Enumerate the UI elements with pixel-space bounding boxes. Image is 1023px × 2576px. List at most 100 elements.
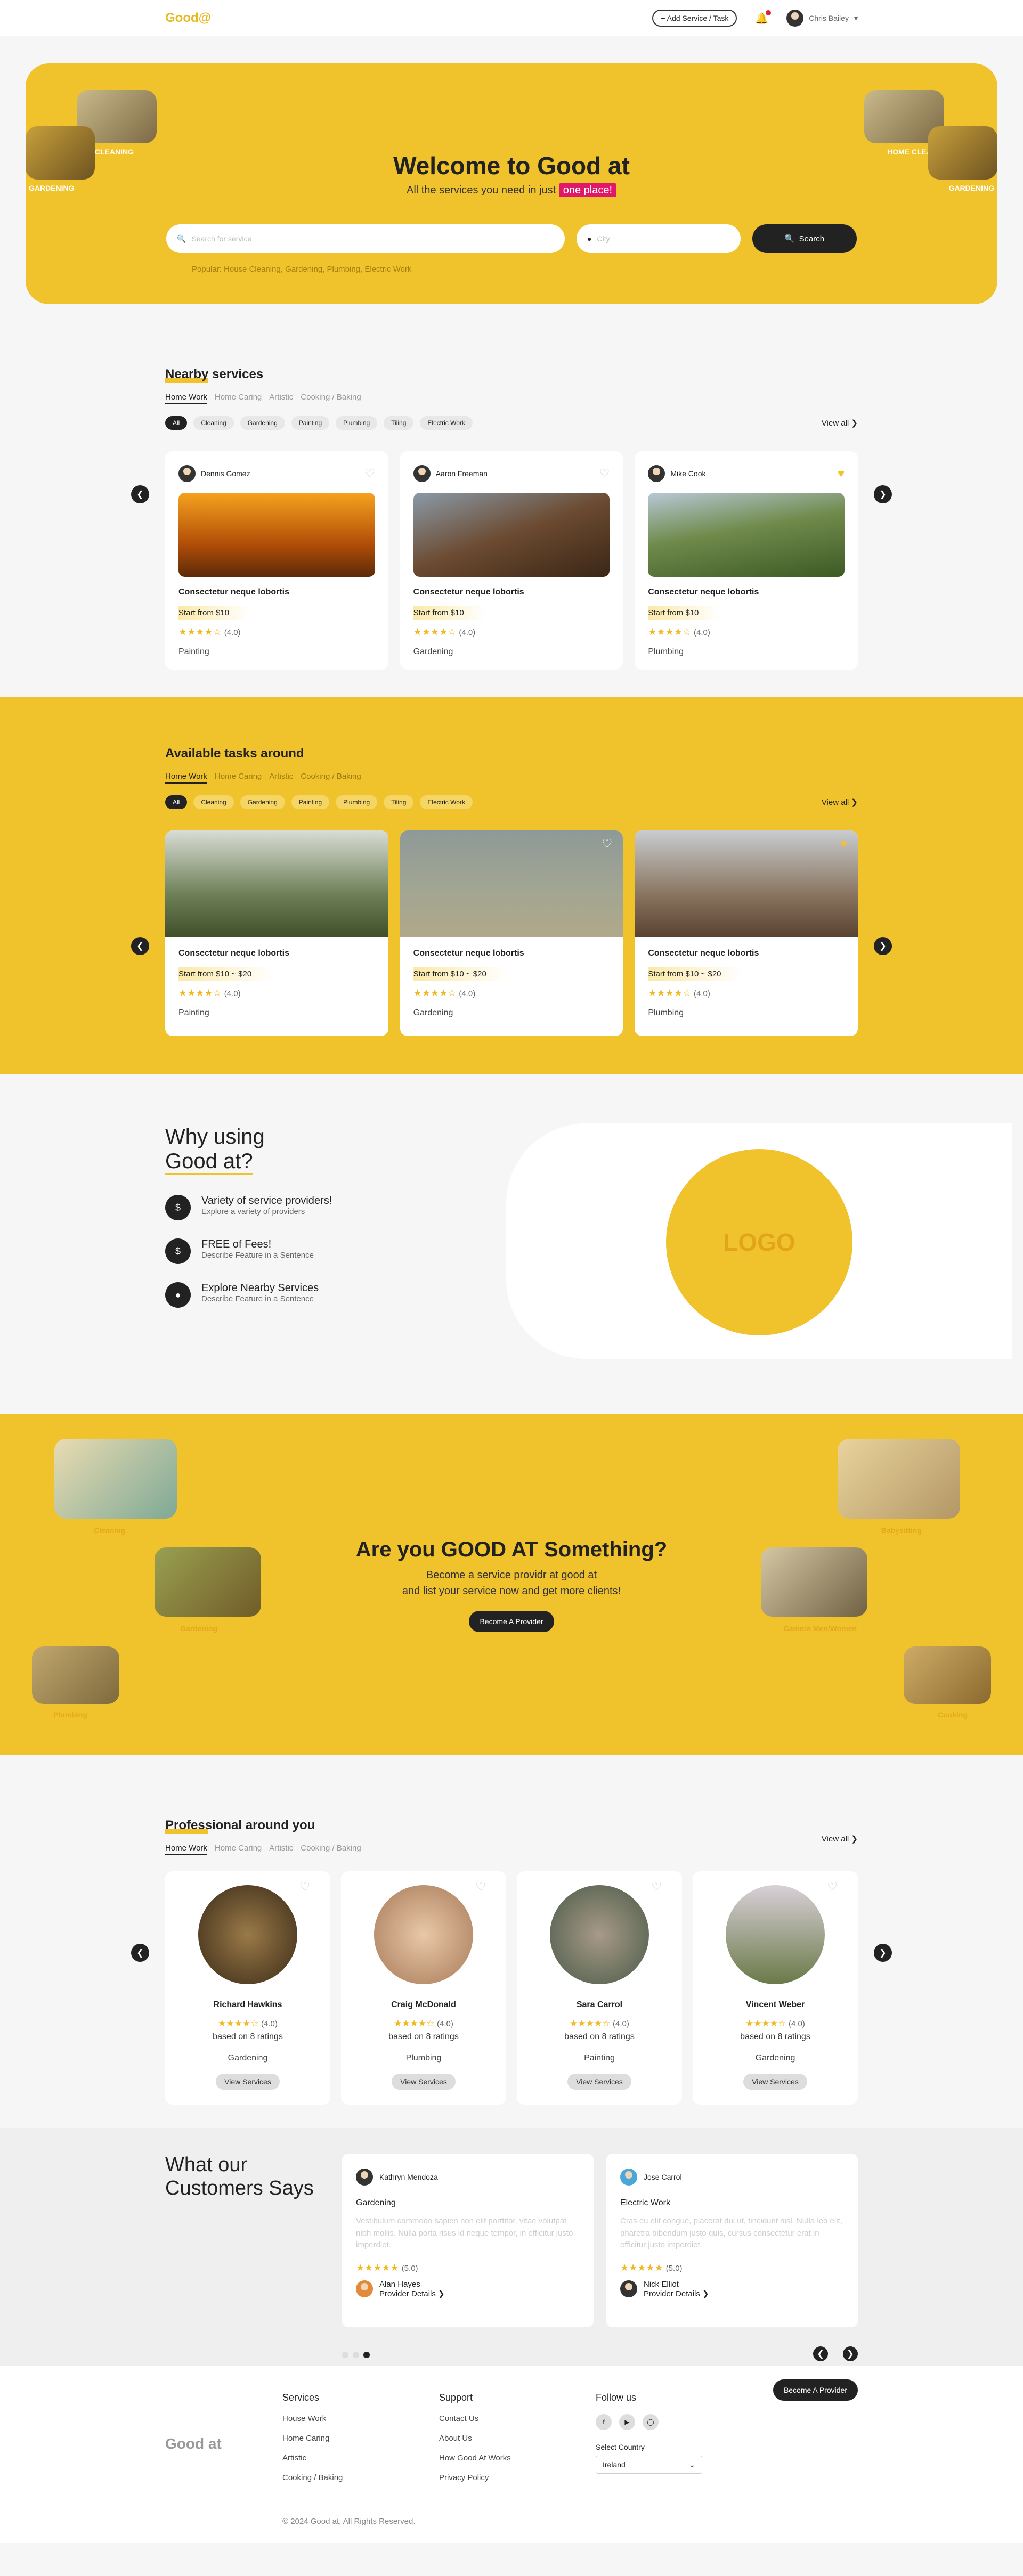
filter-electric-work[interactable]: Electric Work	[420, 795, 473, 809]
tab-home-work[interactable]: Home Work	[165, 393, 207, 404]
heart-icon[interactable]: ♥	[840, 837, 847, 851]
provider-name: Nick Elliot	[644, 2279, 679, 2289]
heart-icon[interactable]: ♡	[599, 467, 610, 480]
tab-home-work[interactable]: Home Work	[165, 1844, 207, 1855]
rating-stars: ★★★★☆ (4.0)	[413, 988, 476, 998]
city-input[interactable]: ● City	[577, 224, 741, 253]
task-card[interactable]: Consectetur neque lobortis Start from $1…	[165, 830, 388, 1036]
tab-home-caring[interactable]: Home Caring	[215, 393, 262, 404]
carousel-dot[interactable]	[342, 2352, 348, 2358]
youtube-icon[interactable]: ▶	[619, 2414, 635, 2430]
tab-home-caring[interactable]: Home Caring	[215, 772, 262, 784]
tab-cooking[interactable]: Cooking / Baking	[301, 1844, 361, 1855]
view-services-button[interactable]: View Services	[743, 2074, 807, 2090]
next-arrow-icon[interactable]: ❯	[874, 485, 892, 503]
filter-gardening[interactable]: Gardening	[240, 416, 285, 430]
filter-electric-work[interactable]: Electric Work	[420, 416, 473, 430]
become-provider-button[interactable]: Become A Provider	[773, 2379, 858, 2401]
heart-icon[interactable]: ♡	[827, 1880, 838, 1894]
provider-details-link[interactable]: Provider Details ❯	[379, 2289, 445, 2298]
tab-artistic[interactable]: Artistic	[269, 772, 293, 784]
location-pin-icon: ●	[165, 1282, 191, 1308]
heart-icon[interactable]: ♡	[602, 837, 613, 851]
heart-icon[interactable]: ♡	[299, 1880, 310, 1894]
filter-all[interactable]: All	[165, 795, 188, 809]
view-services-button[interactable]: View Services	[392, 2074, 456, 2090]
service-image	[413, 493, 610, 577]
task-card[interactable]: ♥ Consectetur neque lobortis Start from …	[635, 830, 858, 1036]
prev-arrow-icon[interactable]: ❮	[131, 937, 149, 955]
country-select[interactable]: Ireland ⌄	[596, 2456, 702, 2474]
next-arrow-icon[interactable]: ❯	[843, 2346, 858, 2361]
professional-name: Craig McDonald	[391, 2000, 456, 2009]
service-card[interactable]: Dennis Gomez ♡ Consectetur neque lobortis…	[165, 451, 388, 670]
site-logo[interactable]: Good@	[165, 11, 211, 26]
become-provider-button[interactable]: Become A Provider	[469, 1611, 554, 1632]
view-all-link[interactable]: View all ❯	[822, 418, 858, 428]
prev-arrow-icon[interactable]: ❮	[131, 485, 149, 503]
provider-details-link[interactable]: Provider Details ❯	[644, 2289, 709, 2298]
tab-home-caring[interactable]: Home Caring	[215, 1844, 262, 1855]
tab-cooking[interactable]: Cooking / Baking	[301, 772, 361, 784]
footer-link[interactable]: How Good At Works	[439, 2453, 511, 2463]
facebook-icon[interactable]: f	[596, 2414, 612, 2430]
camera-label: Camera Men/Women	[783, 1624, 857, 1633]
tab-artistic[interactable]: Artistic	[269, 1844, 293, 1855]
heart-icon[interactable]: ♡	[364, 467, 375, 480]
service-title: Consectetur neque lobortis	[413, 588, 524, 597]
footer-link[interactable]: Contact Us	[439, 2414, 511, 2423]
heart-icon[interactable]: ♡	[475, 1880, 486, 1894]
hero-banner: HOME CLEANING GARDENING HOME CLEANING GA…	[26, 63, 997, 304]
heart-icon[interactable]: ♡	[651, 1880, 662, 1894]
view-services-button[interactable]: View Services	[216, 2074, 280, 2090]
filter-tiling[interactable]: Tiling	[384, 795, 414, 809]
rating-stars: ★★★★☆ (4.0)	[394, 2018, 453, 2028]
filter-plumbing[interactable]: Plumbing	[336, 795, 378, 809]
heart-icon[interactable]: ♥	[838, 467, 845, 480]
carousel-dot[interactable]	[363, 2352, 370, 2358]
professional-card[interactable]: ♡ Richard Hawkins ★★★★☆ (4.0) based on 8…	[165, 1871, 330, 2105]
tab-home-work[interactable]: Home Work	[165, 772, 207, 784]
prev-arrow-icon[interactable]: ❮	[813, 2346, 828, 2361]
service-card[interactable]: Mike Cook ♥ Consectetur neque lobortis St…	[635, 451, 858, 670]
footer-link[interactable]: House Work	[282, 2414, 343, 2423]
service-card[interactable]: Aaron Freeman ♡ Consectetur neque loborti…	[400, 451, 623, 670]
notification-bell-icon[interactable]: 🔔	[755, 10, 772, 25]
filter-all[interactable]: All	[165, 416, 188, 430]
filter-plumbing[interactable]: Plumbing	[336, 416, 378, 430]
professional-card[interactable]: ♡ Craig McDonald ★★★★☆ (4.0) based on 8 …	[341, 1871, 506, 2105]
task-card[interactable]: ♡ Consectetur neque lobortis Start from …	[400, 830, 623, 1036]
rating-count: based on 8 ratings	[564, 2032, 635, 2041]
add-service-button[interactable]: + Add Service / Task	[652, 10, 737, 27]
filter-painting[interactable]: Painting	[291, 795, 330, 809]
rating-stars: ★★★★☆ (4.0)	[745, 2018, 805, 2028]
rating-stars: ★★★★★ (5.0)	[620, 2262, 683, 2273]
prev-arrow-icon[interactable]: ❮	[131, 1944, 149, 1962]
filter-cleaning[interactable]: Cleaning	[193, 795, 234, 809]
professional-photo	[726, 1885, 825, 1984]
footer-link[interactable]: Privacy Policy	[439, 2473, 511, 2482]
professional-card[interactable]: ♡ Sara Carrol ★★★★☆ (4.0) based on 8 rat…	[517, 1871, 682, 2105]
search-input[interactable]: 🔍 Search for service	[166, 224, 565, 253]
filter-gardening[interactable]: Gardening	[240, 795, 285, 809]
footer-services: Services House Work Home Caring Artistic…	[282, 2392, 343, 2493]
instagram-icon[interactable]: ◯	[643, 2414, 659, 2430]
professional-card[interactable]: ♡ Vincent Weber ★★★★☆ (4.0) based on 8 r…	[693, 1871, 858, 2105]
search-button[interactable]: 🔍 Search	[752, 224, 857, 253]
view-all-link[interactable]: View all ❯	[822, 797, 858, 807]
filter-cleaning[interactable]: Cleaning	[193, 416, 234, 430]
footer-link[interactable]: Artistic	[282, 2453, 343, 2463]
filter-painting[interactable]: Painting	[291, 416, 330, 430]
tab-artistic[interactable]: Artistic	[269, 393, 293, 404]
filter-tiling[interactable]: Tiling	[384, 416, 414, 430]
footer-link[interactable]: Cooking / Baking	[282, 2473, 343, 2482]
view-services-button[interactable]: View Services	[567, 2074, 631, 2090]
footer-link[interactable]: Home Caring	[282, 2434, 343, 2443]
next-arrow-icon[interactable]: ❯	[874, 1944, 892, 1962]
tab-cooking[interactable]: Cooking / Baking	[301, 393, 361, 404]
user-menu[interactable]: Chris Bailey ▾	[786, 10, 858, 27]
carousel-dot[interactable]	[353, 2352, 359, 2358]
footer-link[interactable]: About Us	[439, 2434, 511, 2443]
view-all-link[interactable]: View all ❯	[822, 1834, 858, 1844]
next-arrow-icon[interactable]: ❯	[874, 937, 892, 955]
